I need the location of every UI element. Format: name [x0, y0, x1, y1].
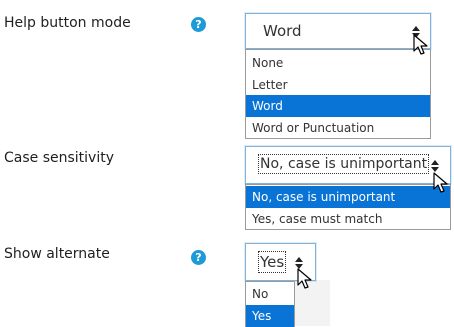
option-letter[interactable]: Letter	[246, 74, 430, 96]
case-sensitivity-value: No, case is unimportant	[257, 154, 430, 174]
select-arrows-icon	[431, 160, 439, 172]
option-case-must-match[interactable]: Yes, case must match	[246, 208, 450, 230]
case-sensitivity-dropdown: No, case is unimportant Yes, case must m…	[245, 184, 451, 230]
mouse-pointer-icon	[297, 268, 312, 289]
option-yes[interactable]: Yes	[246, 305, 294, 327]
option-word[interactable]: Word	[246, 95, 430, 117]
option-case-unimportant[interactable]: No, case is unimportant	[246, 186, 450, 208]
option-none[interactable]: None	[246, 52, 430, 74]
help-button-mode-value: Word	[263, 22, 302, 40]
show-alternate-value: Yes	[257, 251, 287, 273]
mouse-pointer-icon	[433, 172, 448, 193]
case-sensitivity-label: Case sensitivity	[4, 150, 115, 166]
case-sensitivity-select[interactable]: No, case is unimportant	[245, 146, 451, 184]
mouse-pointer-icon	[413, 34, 428, 55]
option-no[interactable]: No	[246, 283, 294, 305]
show-alternate-dropdown: No Yes	[245, 281, 295, 327]
help-button-mode-label: Help button mode	[4, 15, 131, 31]
question-circle-icon[interactable]: ?	[191, 250, 206, 265]
help-button-mode-select[interactable]: Word	[245, 13, 431, 49]
show-alternate-label: Show alternate	[4, 246, 110, 262]
help-button-mode-dropdown: None Letter Word Word or Punctuation	[245, 49, 431, 139]
option-word-or-punctuation[interactable]: Word or Punctuation	[246, 117, 430, 139]
question-circle-icon[interactable]: ?	[191, 17, 206, 32]
